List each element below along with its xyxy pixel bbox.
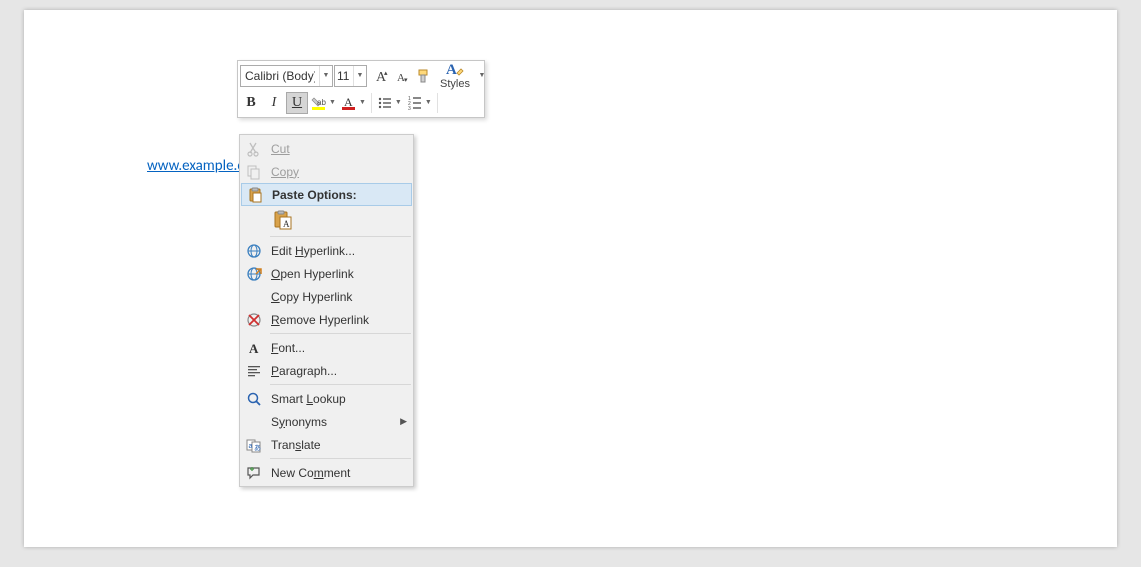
svg-text:あ: あ: [254, 444, 261, 452]
italic-icon: I: [272, 95, 277, 111]
numbering-button[interactable]: 1 2 3 ▼: [405, 92, 434, 114]
menu-separator: [270, 333, 411, 334]
open-hyperlink-icon: [243, 264, 265, 284]
underline-button[interactable]: U: [286, 92, 308, 114]
paste-icon: [244, 185, 266, 205]
chevron-down-icon: ▼: [423, 99, 432, 106]
menu-item-paragraph[interactable]: Paragraph...: [240, 359, 413, 382]
format-painter-button[interactable]: [414, 65, 434, 87]
chevron-down-icon: ▼: [357, 99, 366, 106]
font-size-input[interactable]: [335, 69, 353, 83]
decrease-font-size-button[interactable]: A▾: [393, 65, 413, 87]
menu-item-paste-options[interactable]: Paste Options:: [241, 183, 412, 206]
bold-button[interactable]: B: [240, 92, 262, 114]
styles-button[interactable]: A Styles: [440, 61, 470, 90]
svg-text:A: A: [249, 341, 259, 356]
svg-text:ab: ab: [317, 98, 326, 107]
menu-item-new-comment[interactable]: New Comment: [240, 461, 413, 484]
menu-separator: [270, 384, 411, 385]
svg-text:▴: ▴: [384, 70, 388, 77]
highlight-icon: ab: [311, 95, 327, 111]
bullets-icon: [377, 95, 393, 111]
paste-clipboard-icon: A: [273, 210, 293, 230]
styles-dropdown[interactable]: ▼: [471, 65, 491, 87]
decrease-font-icon: A▾: [395, 68, 411, 84]
menu-item-copy-hyperlink[interactable]: Copy Hyperlink: [240, 285, 413, 308]
font-name-input[interactable]: [241, 69, 319, 83]
font-icon: A: [243, 338, 265, 358]
mini-toolbar: ▼ ▼ A▴ A▾ A Styles ▼ B I: [237, 60, 485, 118]
svg-text:3: 3: [408, 106, 411, 111]
styles-icon: A: [445, 61, 465, 77]
svg-text:A: A: [344, 95, 353, 109]
menu-item-synonyms[interactable]: Synonyms ▶: [240, 410, 413, 433]
highlight-color-button[interactable]: ab ▼: [309, 92, 338, 114]
chevron-down-icon: ▼: [393, 99, 402, 106]
smart-lookup-icon: [243, 389, 265, 409]
separator: [371, 93, 372, 113]
bold-icon: B: [246, 95, 255, 111]
increase-font-size-button[interactable]: A▴: [372, 65, 392, 87]
font-color-button[interactable]: A ▼: [339, 92, 368, 114]
font-name-combo[interactable]: ▼: [240, 65, 333, 87]
menu-item-open-hyperlink[interactable]: Open Hyperlink: [240, 262, 413, 285]
chevron-down-icon[interactable]: ▼: [353, 66, 366, 86]
italic-button[interactable]: I: [263, 92, 285, 114]
paragraph-icon: [243, 361, 265, 381]
chevron-down-icon[interactable]: ▼: [319, 66, 332, 86]
chevron-down-icon: ▼: [327, 99, 336, 106]
underline-icon: U: [292, 95, 302, 111]
menu-separator: [270, 236, 411, 237]
increase-font-icon: A▴: [374, 68, 390, 84]
document-page: www.example.com: [24, 10, 1117, 547]
svg-text:A: A: [283, 219, 290, 229]
remove-hyperlink-icon: [243, 310, 265, 330]
menu-item-copy[interactable]: Copy: [240, 160, 413, 183]
menu-item-smart-lookup[interactable]: Smart Lookup: [240, 387, 413, 410]
svg-text:A: A: [446, 62, 457, 77]
blank-icon: [243, 412, 265, 432]
font-color-icon: A: [341, 95, 357, 111]
bullets-button[interactable]: ▼: [375, 92, 404, 114]
format-painter-icon: [416, 68, 432, 84]
submenu-arrow-icon: ▶: [400, 416, 407, 427]
blank-icon: [243, 287, 265, 307]
edit-hyperlink-icon: [243, 241, 265, 261]
font-size-combo[interactable]: ▼: [334, 65, 367, 87]
styles-label: Styles: [440, 79, 470, 90]
menu-separator: [270, 458, 411, 459]
menu-item-translate[interactable]: aあ Translate: [240, 433, 413, 456]
menu-item-cut[interactable]: Cut: [240, 137, 413, 160]
separator: [437, 93, 438, 113]
paste-options-row: A: [240, 206, 413, 234]
menu-item-remove-hyperlink[interactable]: Remove Hyperlink: [240, 308, 413, 331]
new-comment-icon: [243, 463, 265, 483]
translate-icon: aあ: [243, 435, 265, 455]
cut-icon: [243, 139, 265, 159]
menu-item-edit-hyperlink[interactable]: Edit Hyperlink...: [240, 239, 413, 262]
copy-icon: [243, 162, 265, 182]
context-menu: Cut Copy Paste Options: A: [239, 134, 414, 487]
paste-keep-text-only-button[interactable]: A: [270, 207, 296, 233]
numbering-icon: 1 2 3: [407, 95, 423, 111]
svg-text:▾: ▾: [404, 77, 408, 84]
svg-text:a: a: [249, 443, 253, 450]
menu-item-font[interactable]: A Font...: [240, 336, 413, 359]
